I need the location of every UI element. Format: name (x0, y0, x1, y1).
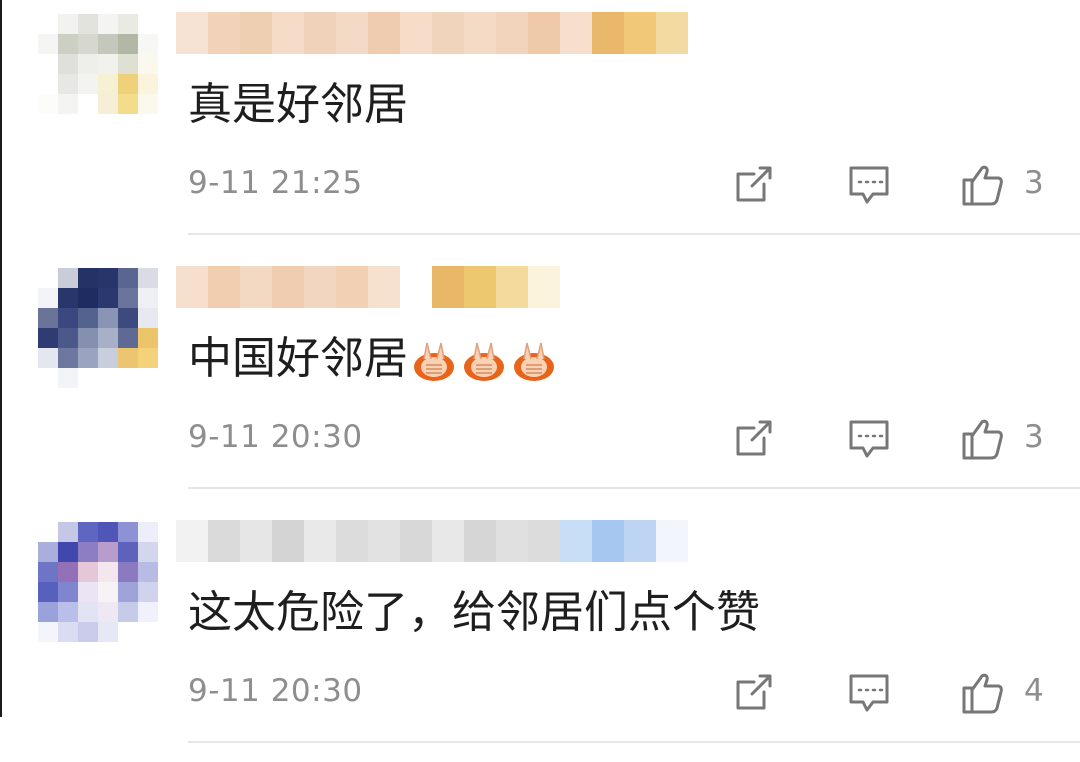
share-button[interactable] (730, 160, 778, 208)
avatar-mosaic (38, 14, 158, 134)
applause-emoji-icon (414, 342, 454, 381)
reply-button[interactable] (845, 160, 893, 208)
comment-text-content: 真是好邻居 (188, 79, 408, 130)
comment-timestamp: 9-11 21:25 (188, 165, 363, 201)
like-count: 3 (1024, 165, 1044, 201)
blurred-avatar-icon[interactable] (38, 14, 158, 134)
like-button[interactable] (958, 668, 1006, 716)
like-button[interactable] (958, 160, 1006, 208)
thumbs-up-icon (962, 419, 1003, 460)
thumbs-up-icon (962, 165, 1003, 206)
like-count: 3 (1024, 419, 1044, 455)
avatar-mosaic (38, 522, 158, 642)
comment-text-content: 中国好邻居 (188, 333, 408, 384)
username-blurred[interactable] (176, 12, 688, 54)
comment-item: 中国好邻居 9-11 20:30 3 (0, 254, 1080, 508)
avatar-mosaic (38, 268, 158, 388)
reply-button[interactable] (845, 668, 893, 716)
blurred-avatar-icon[interactable] (38, 522, 158, 642)
share-button[interactable] (730, 668, 778, 716)
applause-emoji-icon (464, 342, 504, 381)
comment-text: 中国好邻居 (188, 330, 558, 388)
comment-timestamp: 9-11 20:30 (188, 673, 363, 709)
comment-icon (849, 166, 889, 204)
divider (188, 487, 1080, 489)
divider (188, 233, 1080, 235)
comment-item: 真是好邻居 9-11 21:25 3 (0, 0, 1080, 254)
comment-text: 这太危险了，给邻居们点个赞 (188, 584, 760, 642)
share-icon (736, 166, 772, 202)
like-count: 4 (1024, 673, 1044, 709)
reply-button[interactable] (845, 414, 893, 462)
username-blurred[interactable] (176, 266, 560, 308)
comment-icon (849, 674, 889, 712)
emoji-group (408, 330, 558, 388)
thumbs-up-icon (962, 673, 1003, 714)
comment-text: 真是好邻居 (188, 76, 408, 134)
comment-item: 这太危险了，给邻居们点个赞 9-11 20:30 4 (0, 508, 1080, 762)
blurred-avatar-icon[interactable] (38, 268, 158, 388)
comment-icon (849, 420, 889, 458)
share-button[interactable] (730, 414, 778, 462)
comment-text-content: 这太危险了，给邻居们点个赞 (188, 587, 760, 638)
like-button[interactable] (958, 414, 1006, 462)
divider (188, 741, 1080, 743)
share-icon (736, 420, 772, 456)
comment-timestamp: 9-11 20:30 (188, 419, 363, 455)
username-blurred[interactable] (176, 520, 688, 562)
share-icon (736, 674, 772, 710)
applause-emoji-icon (514, 342, 554, 381)
